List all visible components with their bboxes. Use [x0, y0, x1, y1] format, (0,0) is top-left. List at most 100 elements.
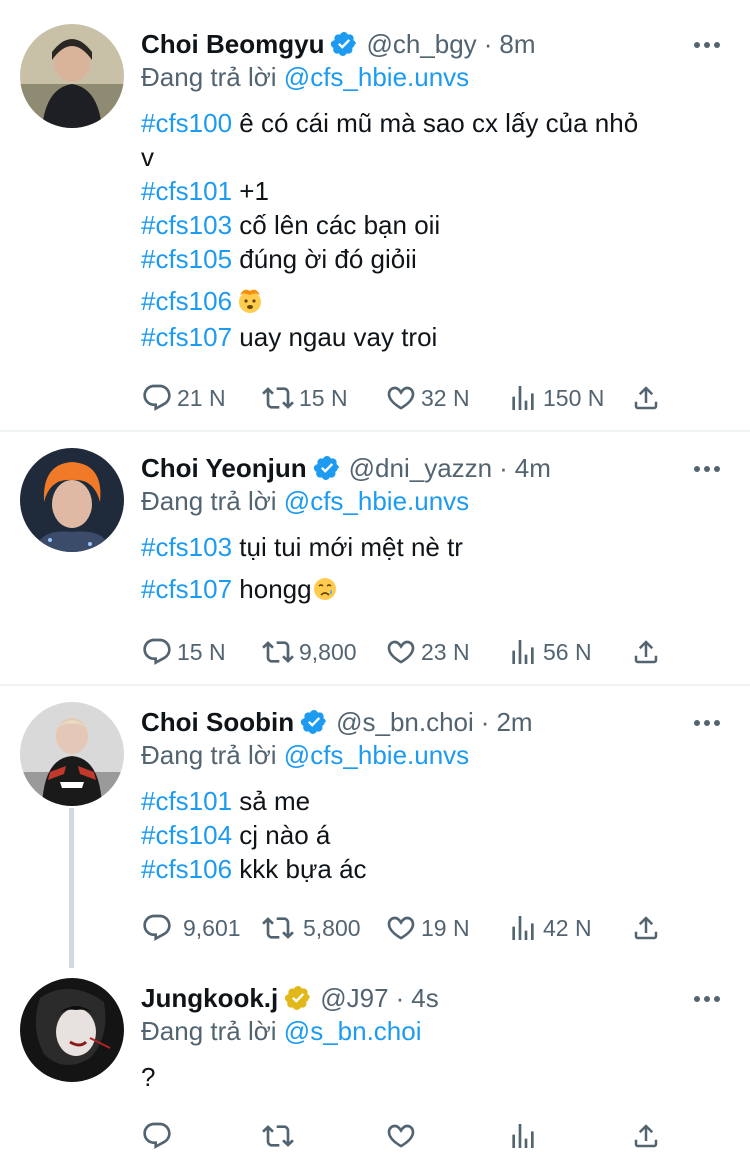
hashtag[interactable]: #cfs104 — [141, 820, 232, 850]
share-button[interactable] — [631, 1118, 661, 1154]
text: ê có cái mũ mà sao cx lấy của nhỏ — [232, 108, 639, 138]
separator-dot: · — [480, 706, 490, 737]
tweet-text-line: #cfs101 sả me — [141, 786, 310, 817]
avatar[interactable] — [20, 978, 124, 1082]
like-button[interactable]: 23 N — [385, 634, 470, 670]
replying-to-mention[interactable]: @cfs_hbie.unvs — [284, 740, 469, 770]
replying-to-label: Đang trả lời — [141, 486, 277, 516]
more-options-icon[interactable] — [694, 708, 720, 738]
share-icon — [631, 383, 661, 413]
views-button[interactable]: 150 N — [507, 380, 604, 416]
like-count: 32 N — [421, 384, 470, 411]
author-handle[interactable]: @dni_yazzn — [349, 453, 492, 484]
replying-to-mention[interactable]: @s_bn.choi — [284, 1016, 422, 1046]
tweet-text-line: #cfs100 ê có cái mũ mà sao cx lấy của nh… — [141, 108, 638, 139]
hashtag[interactable]: #cfs107 — [141, 574, 232, 604]
timestamp[interactable]: 4s — [411, 983, 438, 1014]
replying-to-mention[interactable]: @cfs_hbie.unvs — [284, 62, 469, 92]
tweet[interactable]: Choi Soobin @s_bn.choi · 2m Đang trả lời… — [0, 702, 750, 952]
timestamp[interactable]: 2m — [496, 707, 532, 738]
tweet-text-line: #cfs104 cj nào á — [141, 820, 330, 851]
hashtag[interactable]: #cfs106 — [141, 854, 232, 884]
text: ? — [141, 1062, 156, 1092]
heart-icon — [385, 382, 417, 414]
share-button[interactable] — [631, 380, 661, 416]
divider — [0, 430, 750, 432]
retweet-button[interactable]: 5,800 — [261, 910, 361, 946]
text: v — [141, 142, 154, 172]
like-button[interactable] — [385, 1118, 417, 1154]
reply-button[interactable]: 21 N — [141, 380, 226, 416]
hashtag[interactable]: #cfs103 — [141, 532, 232, 562]
retweet-button[interactable]: 9,800 — [261, 634, 357, 670]
verified-badge-icon — [313, 454, 341, 482]
tweet[interactable]: Choi Yeonjun @dni_yazzn · 4m Đang trả lờ… — [0, 448, 750, 674]
avatar[interactable] — [20, 702, 124, 806]
author-name[interactable]: Jungkook.j — [141, 983, 278, 1014]
hashtag[interactable]: #cfs106 — [141, 286, 232, 316]
heart-icon — [385, 912, 417, 944]
hashtag[interactable]: #cfs107 — [141, 322, 232, 352]
divider — [0, 684, 750, 686]
separator-dot: · — [395, 982, 405, 1013]
views-icon — [507, 1120, 539, 1152]
author-handle[interactable]: @J97 — [320, 983, 388, 1014]
views-button[interactable]: 56 N — [507, 634, 592, 670]
like-button[interactable]: 32 N — [385, 380, 470, 416]
tweet-text-line: #cfs103 cố lên các bạn oii — [141, 210, 440, 241]
text: sả me — [232, 786, 311, 816]
more-options-icon[interactable] — [694, 454, 720, 484]
tweet-text-line: #cfs107 hongg — [141, 574, 338, 609]
retweet-icon — [261, 382, 295, 414]
author-name[interactable]: Choi Beomgyu — [141, 29, 324, 60]
hashtag[interactable]: #cfs101 — [141, 176, 232, 206]
hashtag[interactable]: #cfs100 — [141, 108, 232, 138]
more-options-icon[interactable] — [694, 30, 720, 60]
author-name[interactable]: Choi Soobin — [141, 707, 294, 738]
author-handle[interactable]: @s_bn.choi — [336, 707, 474, 738]
share-icon — [631, 913, 661, 943]
hashtag[interactable]: #cfs105 — [141, 244, 232, 274]
more-options-icon[interactable] — [694, 984, 720, 1014]
retweet-button[interactable]: 15 N — [261, 380, 348, 416]
replying-to: Đang trả lời @cfs_hbie.unvs — [141, 62, 469, 93]
reply-icon — [141, 912, 173, 944]
reply-count: 21 N — [177, 384, 226, 411]
author-handle[interactable]: @ch_bgy — [366, 29, 476, 60]
views-button[interactable] — [507, 1118, 539, 1154]
hashtag[interactable]: #cfs103 — [141, 210, 232, 240]
replying-to-mention[interactable]: @cfs_hbie.unvs — [284, 486, 469, 516]
views-count: 56 N — [543, 638, 592, 665]
text: cố lên các bạn oii — [232, 210, 441, 240]
verified-badge-icon — [300, 708, 328, 736]
tweet-text-line: #cfs106 kkk bựa ác — [141, 854, 367, 885]
hashtag[interactable]: #cfs101 — [141, 786, 232, 816]
reply-count: 15 N — [177, 638, 226, 665]
views-icon — [507, 912, 539, 944]
avatar[interactable] — [20, 24, 124, 128]
separator-dot: · — [483, 28, 493, 59]
replying-to-label: Đang trả lời — [141, 740, 277, 770]
views-button[interactable]: 42 N — [507, 910, 592, 946]
avatar[interactable] — [20, 448, 124, 552]
verified-badge-icon — [284, 984, 312, 1012]
timestamp[interactable]: 4m — [515, 453, 551, 484]
like-button[interactable]: 19 N — [385, 910, 470, 946]
reply-button[interactable]: 15 N — [141, 634, 226, 670]
reply-button[interactable] — [141, 1118, 173, 1154]
replying-to-label: Đang trả lời — [141, 62, 277, 92]
retweet-icon — [261, 636, 295, 668]
author-name[interactable]: Choi Yeonjun — [141, 453, 307, 484]
reply-button[interactable]: 9,601 — [141, 910, 241, 946]
reply-icon — [141, 1120, 173, 1152]
like-count: 23 N — [421, 638, 470, 665]
timestamp[interactable]: 8m — [499, 29, 535, 60]
tweet-text-line: #cfs106 — [141, 286, 264, 321]
share-button[interactable] — [631, 910, 661, 946]
share-button[interactable] — [631, 634, 661, 670]
retweet-button[interactable] — [261, 1118, 295, 1154]
tweet[interactable]: Choi Beomgyu @ch_bgy · 8m Đang trả lời @… — [0, 24, 750, 420]
tweet[interactable]: Jungkook.j @J97 · 4s Đang trả lời @s_bn.… — [0, 978, 750, 1158]
reply-icon — [141, 382, 173, 414]
text: uay ngau vay troi — [232, 322, 438, 352]
